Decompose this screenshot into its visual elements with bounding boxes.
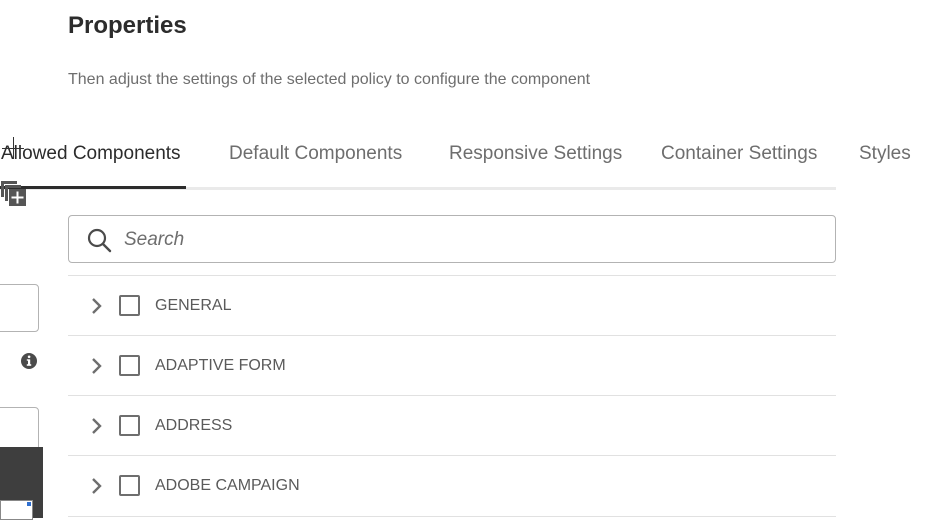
tab-default-components[interactable]: Default Components	[229, 143, 402, 165]
page-subtitle: Then adjust the settings of the selected…	[68, 71, 591, 88]
cursor-crosshair-horizontal	[2, 148, 24, 149]
chevron-right-icon[interactable]	[88, 476, 106, 496]
list-item-adaptive-form: ADAPTIVE FORM	[68, 335, 836, 396]
preview-thumbnail[interactable]	[0, 500, 33, 520]
left-input-field[interactable]	[0, 284, 39, 332]
thumbnail-marker	[27, 502, 31, 506]
group-checkbox[interactable]	[119, 415, 140, 436]
tab-styles[interactable]: Styles	[859, 143, 911, 165]
group-label: GENERAL	[155, 297, 232, 314]
group-checkbox[interactable]	[119, 355, 140, 376]
search-input[interactable]	[122, 224, 806, 256]
page-title: Properties	[68, 12, 187, 39]
info-icon[interactable]	[20, 352, 38, 370]
search-icon	[87, 228, 112, 253]
list-item-general: GENERAL	[68, 275, 836, 336]
group-label: ADAPTIVE FORM	[155, 357, 286, 374]
add-component-icon[interactable]	[1, 181, 27, 207]
group-label: ADOBE CAMPAIGN	[155, 477, 300, 494]
search-box	[68, 215, 836, 263]
group-checkbox[interactable]	[119, 295, 140, 316]
group-checkbox[interactable]	[119, 475, 140, 496]
group-label: ADDRESS	[155, 417, 233, 434]
tab-allowed-components[interactable]: Allowed Components	[1, 143, 181, 165]
list-item-adobe-campaign: ADOBE CAMPAIGN	[68, 455, 836, 517]
tab-responsive-settings[interactable]: Responsive Settings	[449, 143, 622, 165]
chevron-right-icon[interactable]	[88, 356, 106, 376]
active-tab-indicator	[0, 186, 186, 189]
list-item-address: ADDRESS	[68, 395, 836, 456]
tab-bar: Allowed Components Default Components Re…	[0, 140, 932, 190]
chevron-right-icon[interactable]	[88, 296, 106, 316]
tab-container-settings[interactable]: Container Settings	[661, 143, 817, 165]
chevron-right-icon[interactable]	[88, 416, 106, 436]
